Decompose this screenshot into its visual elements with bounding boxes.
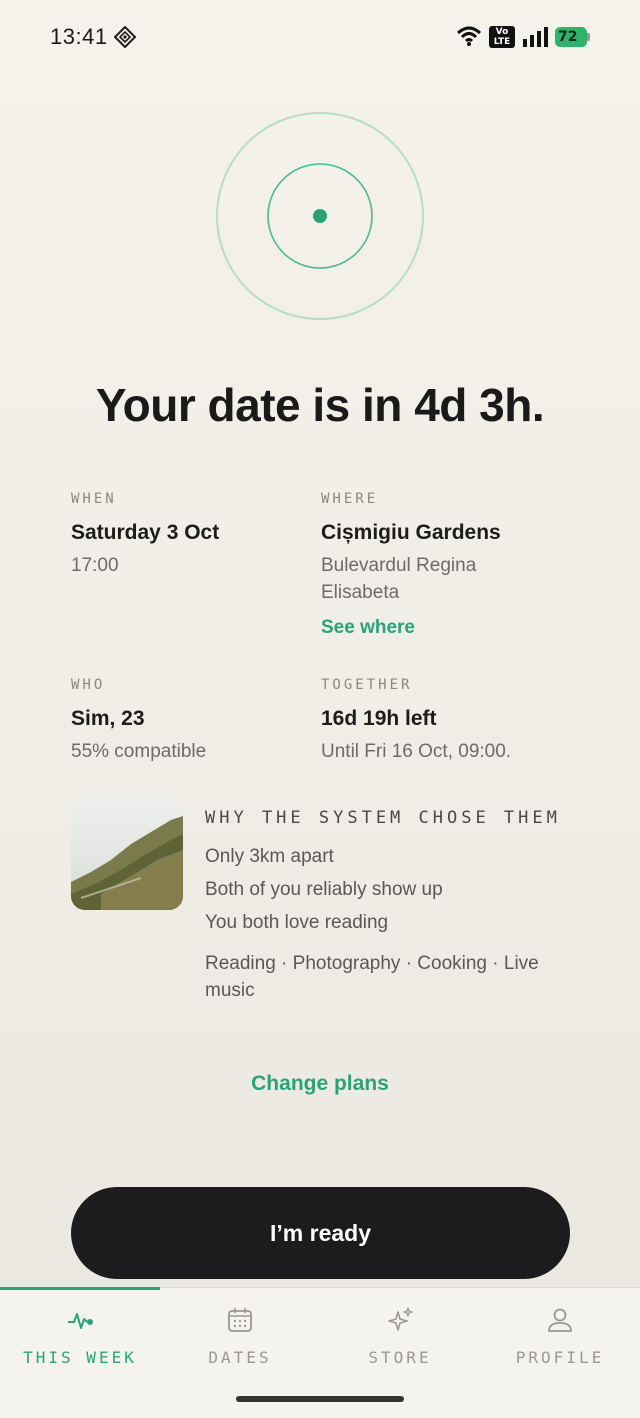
compatibility-text: 55% compatible	[71, 741, 207, 762]
reason-item: Only 3km apart	[205, 846, 334, 867]
who-value: Sim, 23	[71, 707, 145, 730]
tab-store[interactable]: STORE	[320, 1300, 480, 1380]
battery-level: 72	[558, 29, 578, 45]
ready-button[interactable]: I’m ready	[71, 1187, 570, 1279]
when-time: 17:00	[71, 555, 119, 576]
battery-icon: 72	[555, 27, 587, 47]
home-indicator[interactable]	[236, 1396, 404, 1402]
together-until: Until Fri 16 Oct, 09:00.	[321, 741, 512, 762]
battery-tip	[587, 33, 590, 41]
calendar-icon	[228, 1308, 252, 1332]
tab-profile[interactable]: PROFILE	[480, 1300, 640, 1380]
where-value: Cișmigiu Gardens	[321, 521, 501, 544]
status-time: 13:41	[50, 24, 108, 49]
where-address-line2: Elisabeta	[321, 582, 400, 603]
see-where-link[interactable]: See where	[321, 617, 415, 639]
app-notification-icon	[114, 26, 136, 48]
reason-item: You both love reading	[205, 912, 389, 933]
signal-icon	[523, 27, 548, 47]
active-tab-indicator	[0, 1287, 160, 1290]
where-address-line1: Bulevardul Regina	[321, 555, 477, 576]
together-value: 16d 19h left	[321, 707, 437, 730]
tab-dates[interactable]: DATES	[160, 1300, 320, 1380]
status-bar: 13:41 Vo LTE 72	[0, 0, 640, 76]
radar-graphic	[216, 112, 424, 320]
wifi-icon	[456, 26, 482, 46]
person-icon	[548, 1308, 572, 1332]
sparkles-icon	[388, 1307, 413, 1331]
match-photo[interactable]	[71, 798, 183, 910]
when-value: Saturday 3 Oct	[71, 521, 220, 544]
page-title: Your date is in 4d 3h.	[95, 379, 545, 431]
who-label: WHO	[71, 677, 106, 693]
tab-label: DATES	[208, 1348, 272, 1367]
volte-icon: Vo LTE	[489, 26, 515, 48]
together-label: TOGETHER	[321, 677, 413, 693]
why-title: WHY THE SYSTEM CHOSE THEM	[205, 808, 561, 828]
reason-item: Both of you reliably show up	[205, 879, 443, 900]
where-label: WHERE	[321, 491, 379, 507]
when-label: WHEN	[71, 491, 117, 507]
tab-label: STORE	[368, 1348, 432, 1367]
tab-label: THIS WEEK	[23, 1348, 137, 1367]
change-plans-link[interactable]: Change plans	[0, 1072, 640, 1096]
interests-list: Reading · Photography · Cooking · Live m…	[205, 953, 539, 1001]
tab-label: PROFILE	[515, 1348, 605, 1367]
pulse-icon	[68, 1313, 93, 1329]
tab-this-week[interactable]: THIS WEEK	[0, 1300, 160, 1380]
